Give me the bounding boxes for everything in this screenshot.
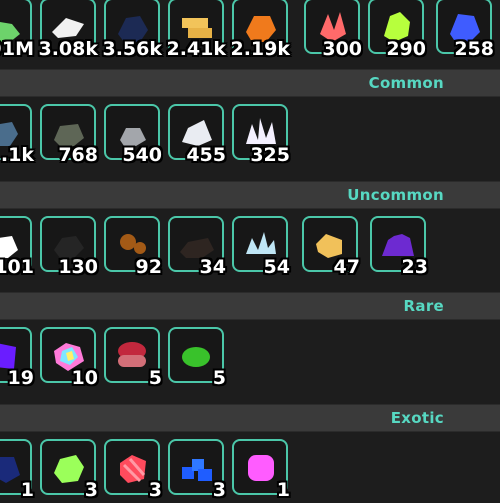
item-count: 19	[7, 367, 34, 389]
item-count: 47	[333, 256, 360, 278]
item-count: 3	[148, 479, 162, 501]
item-count: 455	[186, 144, 226, 166]
red-striped-gem-icon	[120, 455, 146, 483]
item-slot[interactable]: 5	[168, 327, 226, 389]
item-slot[interactable]: 34	[168, 216, 226, 278]
item-count: 290	[386, 38, 426, 60]
item-slot[interactable]: 3	[40, 439, 98, 501]
ruby-cake-icon	[118, 342, 146, 367]
item-slot[interactable]: 3	[104, 439, 162, 501]
section-uncommon: 101 130 92 34 54 47 23	[0, 210, 500, 290]
item-slot[interactable]: .1k	[0, 104, 34, 166]
item-count: 3	[212, 479, 226, 501]
item-slot[interactable]: 1	[232, 439, 290, 501]
item-count: 3.08k	[38, 38, 98, 60]
section-common: .1k 768 540 455 325	[0, 98, 500, 178]
item-count: 2.19k	[230, 38, 290, 60]
item-count: 325	[250, 144, 290, 166]
item-count: 1	[20, 479, 34, 501]
pink-opal-icon	[248, 455, 274, 481]
item-count: 34	[199, 256, 226, 278]
section-header-rare: Rare	[0, 292, 500, 320]
item-slot[interactable]: 10	[40, 327, 98, 389]
item-count: 5	[148, 367, 162, 389]
item-slot[interactable]: 19	[0, 327, 34, 389]
item-count: .1k	[0, 144, 34, 166]
section-exotic: 1 3 3 3 1	[0, 433, 500, 503]
item-slot[interactable]: 5	[104, 327, 162, 389]
section-header-common: Common	[0, 69, 500, 97]
item-slot[interactable]: 3	[168, 439, 226, 501]
item-slot[interactable]: 258	[436, 0, 494, 60]
item-slot[interactable]: 455	[168, 104, 226, 166]
item-count: 3.56k	[102, 38, 162, 60]
item-slot[interactable]: 23	[370, 216, 428, 278]
item-count: 23	[401, 256, 428, 278]
item-slot[interactable]: 91M	[0, 0, 34, 60]
item-slot[interactable]: 130	[40, 216, 98, 278]
item-count: 540	[122, 144, 162, 166]
item-slot[interactable]: 54	[232, 216, 290, 278]
item-count: 92	[135, 256, 162, 278]
item-count: 258	[454, 38, 494, 60]
item-count: 54	[263, 256, 290, 278]
item-count: 130	[58, 256, 98, 278]
section-title: Uncommon	[347, 186, 444, 204]
item-count: 10	[71, 367, 98, 389]
item-count: 2.41k	[166, 38, 226, 60]
item-slot[interactable]: 768	[40, 104, 98, 166]
section-rare: 19 10 5 5	[0, 321, 500, 401]
emerald-icon	[182, 347, 210, 367]
section-title: Exotic	[390, 409, 444, 427]
item-count: 91M	[0, 38, 34, 60]
item-slot[interactable]: 300	[304, 0, 362, 60]
item-slot[interactable]: 3.08k	[38, 0, 98, 60]
cobalt-cluster-icon	[182, 459, 212, 481]
item-slot[interactable]: 3.56k	[102, 0, 162, 60]
item-count: 768	[58, 144, 98, 166]
section-title: Rare	[403, 297, 444, 315]
section-header-exotic: Exotic	[0, 404, 500, 432]
item-slot[interactable]: 1	[0, 439, 34, 501]
item-slot[interactable]: 2.41k	[166, 0, 226, 60]
top-item-row: 91M 3.08k 3.56k 2.41k 2.19k 300 290 258	[0, 0, 500, 60]
item-count: 5	[212, 367, 226, 389]
section-title: Common	[368, 74, 444, 92]
item-slot[interactable]: 290	[368, 0, 426, 60]
lime-gem-icon	[54, 455, 84, 483]
item-count: 300	[322, 38, 362, 60]
item-slot[interactable]: 325	[232, 104, 290, 166]
item-count: 3	[84, 479, 98, 501]
item-slot[interactable]: 47	[302, 216, 360, 278]
item-slot[interactable]: 92	[104, 216, 162, 278]
section-header-uncommon: Uncommon	[0, 181, 500, 209]
item-slot[interactable]: 2.19k	[230, 0, 290, 60]
item-count: 1	[276, 479, 290, 501]
item-slot[interactable]: 101	[0, 216, 34, 278]
item-count: 101	[0, 256, 34, 278]
item-slot[interactable]: 540	[104, 104, 162, 166]
